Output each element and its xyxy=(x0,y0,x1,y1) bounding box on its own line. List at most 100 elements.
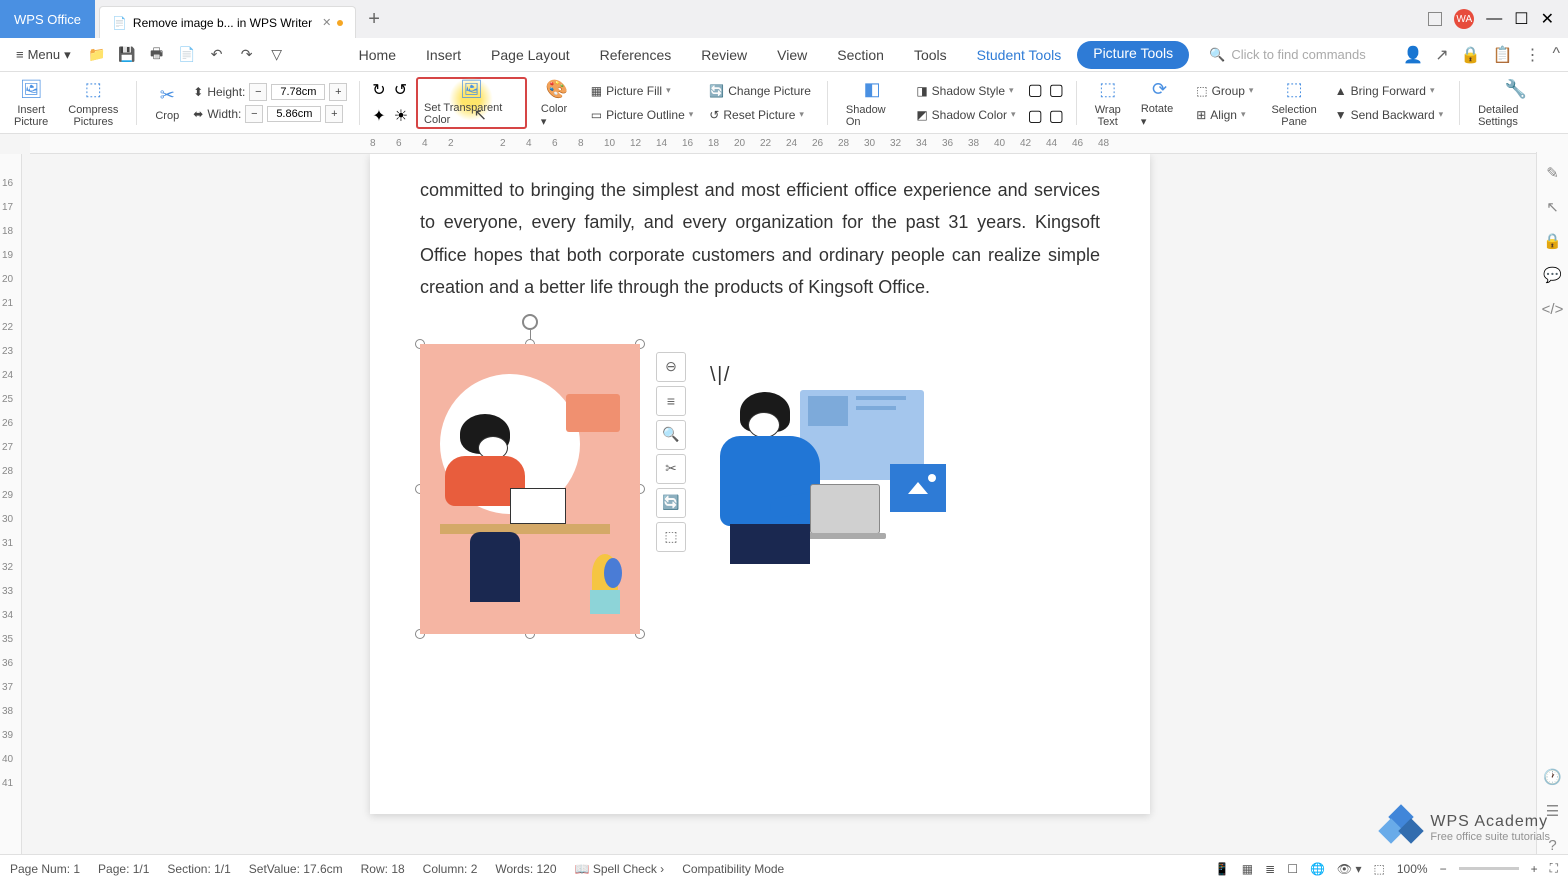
share-icon[interactable]: ↗ xyxy=(1435,45,1448,65)
crop-button[interactable]: ✂ Crop xyxy=(149,82,185,124)
tab-picture-tools[interactable]: Picture Tools xyxy=(1077,41,1189,69)
color-button[interactable]: 🎨 Color ▾ xyxy=(535,75,579,130)
chat-icon[interactable]: 💬 xyxy=(1544,266,1562,284)
status-column: Column: 2 xyxy=(423,862,478,876)
width-plus[interactable]: + xyxy=(325,105,343,123)
rotate-handle[interactable] xyxy=(522,314,538,330)
zoom-in[interactable]: + xyxy=(1531,862,1538,876)
menu-button[interactable]: ≡ Menu ▾ xyxy=(8,43,79,67)
fullscreen-icon[interactable]: ⛶ xyxy=(1550,861,1558,876)
rotate-button[interactable]: ⟳ Rotate ▾ xyxy=(1135,75,1184,130)
collapse-ribbon-icon[interactable]: ^ xyxy=(1552,45,1560,65)
picture-outline-button[interactable]: ▭Picture Outline▾ xyxy=(587,106,698,124)
shadow-on-button[interactable]: ◧ Shadow On xyxy=(840,76,904,130)
image-woman-desk[interactable] xyxy=(420,344,640,634)
tab-home[interactable]: Home xyxy=(345,41,410,69)
redo-icon[interactable]: ↷ xyxy=(239,47,255,63)
window-layout-icon[interactable] xyxy=(1428,12,1442,26)
detailed-settings-button[interactable]: 🔧 Detailed Settings xyxy=(1472,76,1560,130)
fit-icon[interactable]: ⬚ xyxy=(1374,862,1385,876)
new-tab-button[interactable]: + xyxy=(368,8,380,31)
vertical-ruler: 1617181920212223242526272829303132333435… xyxy=(0,154,22,854)
minimize-icon[interactable]: — xyxy=(1486,10,1502,28)
crop-float-icon[interactable]: ✂ xyxy=(656,454,686,484)
menu-bar: ≡ Menu ▾ 📁 💾 🖶 📄 ↶ ↷ ▽ Home Insert Page … xyxy=(0,38,1568,72)
tab-student-tools[interactable]: Student Tools xyxy=(963,41,1076,69)
lock-panel-icon[interactable]: 🔒 xyxy=(1544,232,1562,250)
zoom-out-icon[interactable]: ⊖ xyxy=(656,352,686,382)
zoom-in-icon[interactable]: 🔍 xyxy=(656,420,686,450)
qat-dropdown-icon[interactable]: ▽ xyxy=(269,47,285,63)
pencil-icon[interactable]: ✎ xyxy=(1544,164,1562,182)
insert-picture-button[interactable]: 🖼 Insert Picture xyxy=(8,76,54,130)
view-web-icon[interactable]: ☐ xyxy=(1287,862,1298,876)
replace-float-icon[interactable]: 🔄 xyxy=(656,488,686,518)
command-search[interactable]: 🔍 Click to find commands xyxy=(1209,47,1366,63)
maximize-icon[interactable]: ☐ xyxy=(1514,9,1528,29)
picture-fill-button[interactable]: ▦Picture Fill▾ xyxy=(587,82,698,100)
save-icon[interactable]: 💾 xyxy=(119,47,135,63)
file-icon[interactable]: 📋 xyxy=(1493,45,1513,65)
height-plus[interactable]: + xyxy=(329,83,347,101)
height-input[interactable] xyxy=(271,84,325,100)
set-transparent-color-button[interactable]: 🖼 Set Transparent Color ↖ xyxy=(416,77,527,129)
nudge-up-icon[interactable]: ▢ xyxy=(1028,80,1043,100)
undo-icon[interactable]: ↶ xyxy=(209,47,225,63)
tab-insert[interactable]: Insert xyxy=(412,41,475,69)
compress-pictures-button[interactable]: ⬚ Compress Pictures xyxy=(62,76,124,130)
view-reading-icon[interactable]: 🌐 xyxy=(1310,862,1325,876)
eye-icon[interactable]: 👁 ▾ xyxy=(1337,862,1362,876)
view-page-icon[interactable]: ▦ xyxy=(1242,862,1253,876)
shadow-color-button[interactable]: ◩Shadow Color▾ xyxy=(912,106,1019,124)
sync-icon[interactable]: 👤 xyxy=(1403,45,1423,65)
spell-check[interactable]: 📖 Spell Check › xyxy=(575,862,665,876)
more-float-icon[interactable]: ⬚ xyxy=(656,522,686,552)
phone-icon[interactable]: 📱 xyxy=(1215,862,1230,876)
more-icon[interactable]: ⋮ xyxy=(1524,45,1540,65)
clock-icon[interactable]: 🕐 xyxy=(1544,768,1562,786)
width-input[interactable] xyxy=(267,106,321,122)
zoom-slider[interactable] xyxy=(1459,867,1519,870)
compatibility-mode[interactable]: Compatibility Mode xyxy=(682,862,784,876)
tab-view[interactable]: View xyxy=(763,41,821,69)
zoom-out[interactable]: − xyxy=(1440,862,1447,876)
tab-references[interactable]: References xyxy=(586,41,686,69)
home-tab[interactable]: WPS Office xyxy=(0,0,95,38)
tab-section[interactable]: Section xyxy=(823,41,898,69)
open-icon[interactable]: 📁 xyxy=(89,47,105,63)
brightness-icon[interactable]: ✦ xyxy=(372,106,385,126)
tab-tools[interactable]: Tools xyxy=(900,41,961,69)
selection-pane-button[interactable]: ⬚ Selection Pane xyxy=(1265,76,1322,130)
tab-page-layout[interactable]: Page Layout xyxy=(477,41,584,69)
bring-forward-button[interactable]: ▲Bring Forward▾ xyxy=(1331,82,1447,100)
zoom-level[interactable]: 100% xyxy=(1397,862,1428,876)
width-minus[interactable]: − xyxy=(245,105,263,123)
lock-icon[interactable]: 🔒 xyxy=(1461,45,1481,65)
nudge-right-icon[interactable]: ▢ xyxy=(1049,80,1064,100)
print-icon[interactable]: 🖶 xyxy=(149,47,165,63)
rotate-left-icon[interactable]: ↻ xyxy=(372,80,385,100)
close-icon[interactable]: ✕ xyxy=(1541,9,1554,29)
reset-picture-button[interactable]: ↺Reset Picture▾ xyxy=(705,106,815,124)
document-tab[interactable]: 📄 Remove image b... in WPS Writer ✕ xyxy=(99,6,356,38)
nudge-down-icon[interactable]: ▢ xyxy=(1028,106,1043,126)
code-icon[interactable]: </> xyxy=(1544,300,1562,318)
view-outline-icon[interactable]: ≣ xyxy=(1265,862,1275,876)
close-tab-icon[interactable]: ✕ xyxy=(322,16,331,29)
height-minus[interactable]: − xyxy=(249,83,267,101)
align-button[interactable]: ⊞Align▾ xyxy=(1192,106,1257,124)
contrast-icon[interactable]: ☀ xyxy=(394,106,408,126)
select-icon[interactable]: ↖ xyxy=(1544,198,1562,216)
selected-image-wrapper[interactable]: ⊖ ≡ 🔍 ✂ 🔄 ⬚ xyxy=(420,344,640,634)
tab-review[interactable]: Review xyxy=(687,41,761,69)
shadow-style-button[interactable]: ◨Shadow Style▾ xyxy=(912,82,1019,100)
group-button[interactable]: ⬚Group▾ xyxy=(1192,82,1257,100)
change-picture-button[interactable]: 🔄Change Picture xyxy=(705,82,815,100)
rotate-right-icon[interactable]: ↺ xyxy=(394,80,407,100)
wrap-text-button[interactable]: ⬚ Wrap Text xyxy=(1089,76,1127,130)
send-backward-button[interactable]: ▼Send Backward▾ xyxy=(1331,106,1447,124)
print-preview-icon[interactable]: 📄 xyxy=(179,47,195,63)
layout-options-icon[interactable]: ≡ xyxy=(656,386,686,416)
user-avatar[interactable]: WA xyxy=(1454,9,1474,29)
nudge-left-icon[interactable]: ▢ xyxy=(1049,106,1064,126)
